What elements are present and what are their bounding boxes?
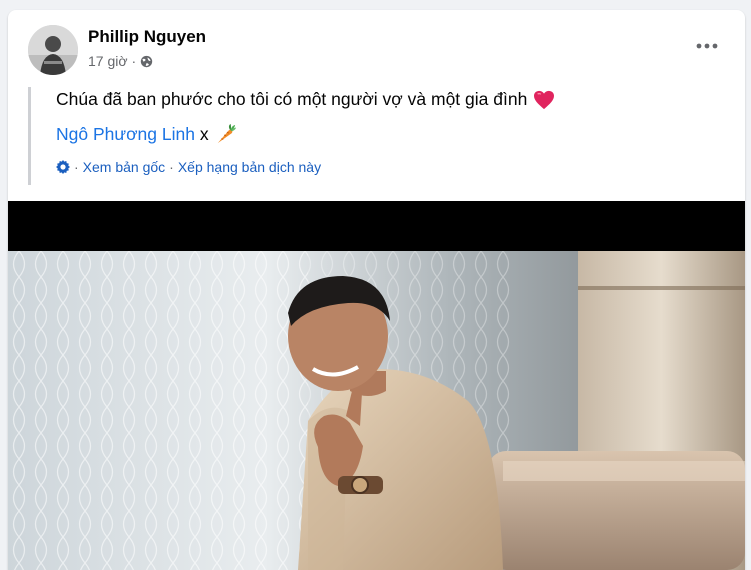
post-time[interactable]: 17 giờ — [88, 53, 128, 69]
translation-prefix-separator: · — [74, 159, 79, 175]
avatar-image — [28, 25, 78, 75]
post-meta: 17 giờ · — [88, 53, 153, 69]
author-name[interactable]: Phillip Nguyen — [88, 27, 206, 47]
red-heart-emoji — [534, 90, 555, 109]
globe-icon[interactable] — [140, 55, 153, 68]
post-card: Phillip Nguyen 17 giờ · Chúa đã ban phướ… — [8, 10, 745, 570]
translation-row: · Xem bản gốc · Xếp hạng bản dịch này — [55, 159, 321, 175]
post-text: Chúa đã ban phước cho tôi có một người v… — [56, 89, 528, 109]
mention-link[interactable]: Ngô Phương Linh — [56, 124, 195, 145]
rate-translation-link[interactable]: Xếp hạng bản dịch này — [178, 159, 321, 175]
translation-separator: · — [169, 159, 174, 175]
post-header: Phillip Nguyen 17 giờ · — [8, 10, 745, 80]
carrot-emoji — [217, 123, 236, 144]
mention-line: Ngô Phương Linh x — [56, 123, 237, 145]
mention-suffix: x — [194, 123, 209, 144]
more-options-button[interactable] — [689, 32, 725, 60]
more-horizontal-icon — [696, 43, 718, 49]
author-avatar[interactable] — [28, 25, 78, 75]
post-text-line: Chúa đã ban phước cho tôi có một người v… — [56, 89, 555, 110]
view-original-link[interactable]: Xem bản gốc — [83, 159, 166, 175]
translated-post-body: Chúa đã ban phước cho tôi có một người v… — [28, 87, 733, 185]
post-photo[interactable] — [8, 251, 745, 570]
meta-separator: · — [131, 53, 137, 69]
post-media[interactable] — [8, 201, 745, 570]
gear-icon — [56, 160, 70, 174]
